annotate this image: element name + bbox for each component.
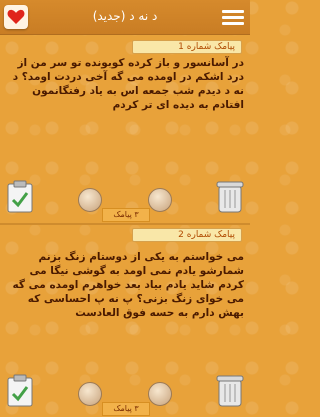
heart-icon	[7, 9, 25, 24]
message-card-2: پیامک شماره 2 می خواستم به یکی از دوستام…	[0, 224, 250, 417]
menu-icon[interactable]	[222, 7, 244, 27]
message-actions: ۳ پیامک	[0, 180, 250, 222]
trash-icon[interactable]	[216, 180, 244, 214]
message-actions: ۳ پیامک	[0, 374, 250, 416]
trash-icon[interactable]	[216, 374, 244, 408]
message-count: ۳ پیامک	[102, 208, 150, 222]
copy-icon[interactable]	[6, 374, 34, 408]
top-bar: د نه د (جدید)	[0, 0, 250, 35]
message-count: ۳ پیامک	[102, 402, 150, 416]
message-text: می خواستم به یکی از دوستام زنگ بزنم شمار…	[12, 251, 244, 319]
share-icon[interactable]	[148, 382, 172, 406]
copy-icon[interactable]	[6, 180, 34, 214]
message-text: در آسانسور و باز کرده کوبونده تو سر من ا…	[12, 57, 244, 111]
favorite-icon[interactable]	[78, 382, 102, 406]
page-title: د نه د (جدید)	[92, 9, 158, 23]
message-label: پیامک شماره 1	[132, 40, 242, 54]
message-label: پیامک شماره 2	[132, 228, 242, 242]
favorites-button[interactable]	[4, 5, 28, 29]
favorite-icon[interactable]	[78, 188, 102, 212]
share-icon[interactable]	[148, 188, 172, 212]
message-card-1: پیامک شماره 1 در آسانسور و باز کرده کوبو…	[0, 34, 250, 224]
